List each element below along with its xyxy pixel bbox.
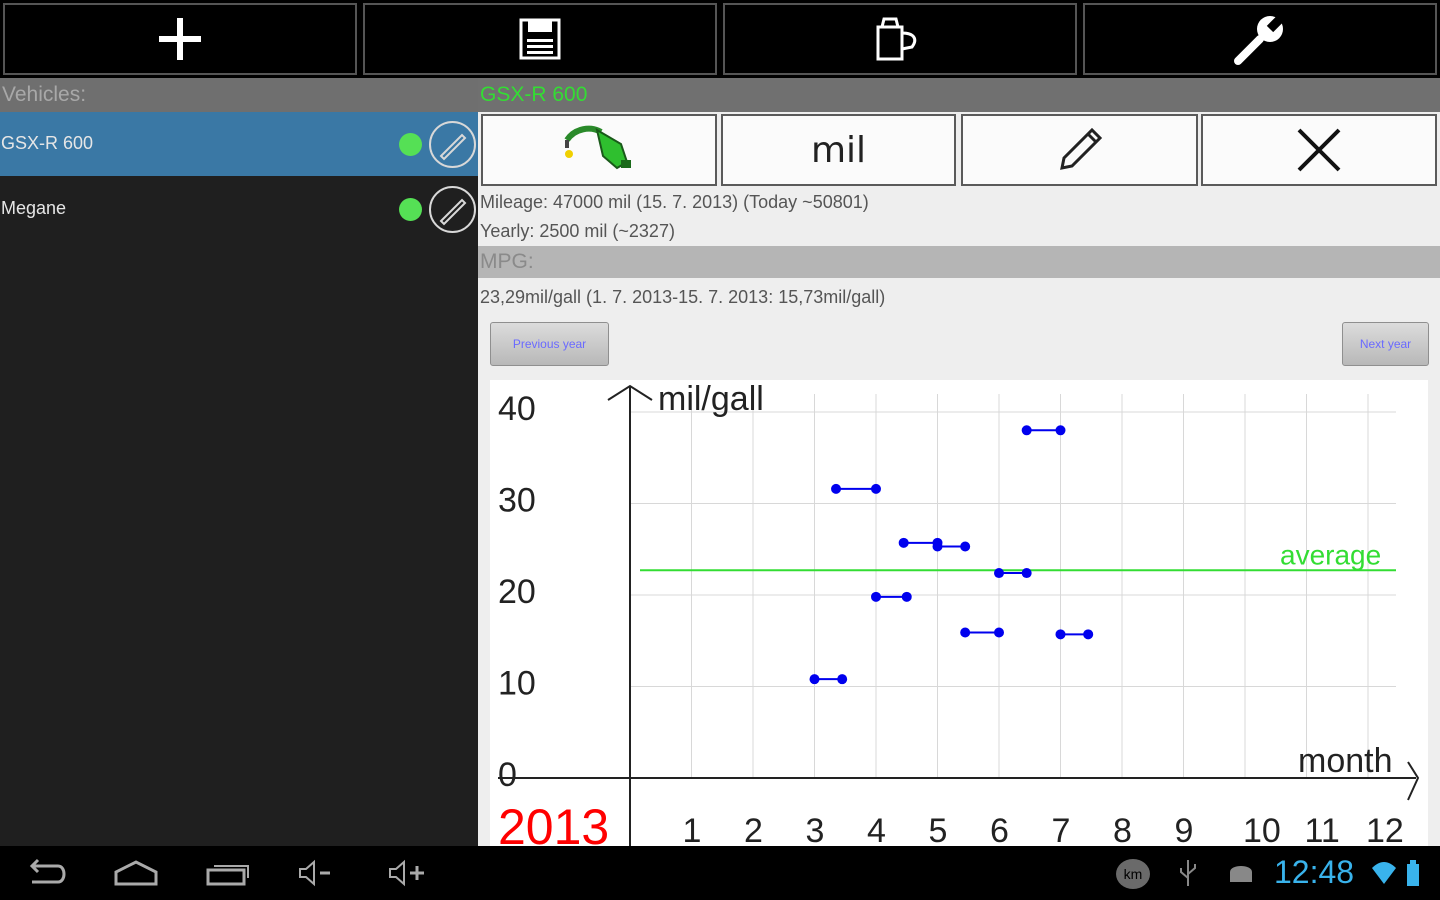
wrench-icon <box>1234 9 1290 65</box>
mpg-chart: 0 10 20 30 40 1 2 3 4 5 6 7 8 9 10 11 12 mil/gall month 201… <box>490 380 1428 855</box>
data-point <box>809 674 820 685</box>
data-point <box>994 568 1004 579</box>
mpg-chart-svg: 0102030401 2 3 4 5 6 7 8 9 10 11 12mil/gallmonth201… <box>498 380 1420 855</box>
data-point <box>837 674 848 685</box>
y-tick-label: 0 <box>498 756 517 794</box>
y-axis-label: mil/gall <box>658 380 764 418</box>
x-tick-label: 11 <box>1305 812 1340 846</box>
vehicle-detail-panel: GSX-R 600 mil Mileage: 47000 mil (15. 7.… <box>478 78 1440 855</box>
unit-button[interactable]: mil <box>721 114 956 186</box>
back-icon <box>29 858 66 884</box>
edit-vehicle-button[interactable] <box>429 186 476 233</box>
save-icon <box>519 18 561 60</box>
y-tick-label: 40 <box>498 390 536 428</box>
vehicle-list-panel: Vehicles: GSX-R 600 Megane <box>0 78 478 846</box>
next-year-button[interactable]: Next year <box>1342 322 1429 366</box>
fuel-pump-icon <box>564 125 631 170</box>
volume-down-button[interactable] <box>296 858 336 888</box>
delete-button[interactable] <box>1201 114 1437 186</box>
x-tick-label: 3 <box>806 812 825 846</box>
vehicle-item-megane[interactable]: Megane <box>0 177 478 241</box>
data-point <box>960 627 971 638</box>
status-clock: 12:48 <box>1274 854 1355 890</box>
top-toolbar <box>0 0 1440 78</box>
y-tick-label: 20 <box>498 573 536 611</box>
x-tick-label: 1 <box>683 812 702 846</box>
data-point <box>1083 629 1094 640</box>
volume-up-icon <box>389 859 424 887</box>
x-tick-label: 6 <box>990 812 1009 846</box>
year-label: 2013 <box>498 799 609 846</box>
battery-icon <box>1404 858 1422 888</box>
data-point <box>994 627 1004 638</box>
edit-button[interactable] <box>961 114 1198 186</box>
data-point <box>960 541 971 552</box>
mileage-text: Mileage: 47000 mil (15. 7. 2013) (Today … <box>480 192 869 212</box>
x-tick-label: 9 <box>1175 812 1194 846</box>
volume-down-icon <box>299 859 330 887</box>
y-tick-label: 10 <box>498 665 536 703</box>
previous-year-button[interactable]: Previous year <box>490 322 609 366</box>
add-button[interactable] <box>3 3 357 75</box>
android-debug-icon <box>1226 858 1256 888</box>
close-icon <box>1297 128 1341 172</box>
system-bar: km 12:48 <box>0 846 1440 900</box>
x-axis-label: month <box>1298 742 1393 780</box>
fuel-can-button[interactable] <box>723 3 1077 75</box>
data-point <box>1055 425 1066 436</box>
wifi-icon <box>1370 858 1398 888</box>
data-point <box>871 483 881 494</box>
data-point <box>1055 629 1066 640</box>
vehicle-item-gsx-r-600[interactable]: GSX-R 600 <box>0 112 478 176</box>
km-icon: km <box>1116 859 1150 889</box>
data-point <box>901 591 912 602</box>
mpg-header: MPG: <box>478 246 1440 278</box>
x-tick-label: 12 <box>1366 812 1404 846</box>
x-tick-label: 7 <box>1052 812 1071 846</box>
vehicle-name: GSX-R 600 <box>1 133 94 153</box>
data-point <box>831 483 842 494</box>
x-tick-label: 10 <box>1243 812 1281 846</box>
pencil-icon <box>1059 127 1102 170</box>
add-icon <box>159 18 201 60</box>
settings-button[interactable] <box>1083 3 1437 75</box>
recent-apps-icon <box>206 865 249 886</box>
volume-up-button[interactable] <box>386 858 428 888</box>
vehicle-name: Megane <box>1 198 67 218</box>
yearly-text: Yearly: 2500 mil (~2327) <box>480 221 675 241</box>
home-button[interactable] <box>112 858 160 888</box>
edit-vehicle-button[interactable] <box>429 121 476 168</box>
data-point <box>1021 568 1032 579</box>
back-button[interactable] <box>24 858 68 888</box>
x-tick-label: 5 <box>929 812 948 846</box>
average-label: average <box>1280 539 1381 570</box>
save-button[interactable] <box>363 3 717 75</box>
status-dot <box>399 198 422 221</box>
y-tick-label: 30 <box>498 482 536 520</box>
x-tick-label: 4 <box>867 812 886 846</box>
mpg-value: 23,29mil/gall (1. 7. 2013-15. 7. 2013: 1… <box>480 287 886 307</box>
x-tick-label: 8 <box>1113 812 1132 846</box>
fuel-can-icon <box>876 17 917 61</box>
usb-icon <box>1176 858 1200 888</box>
refuel-button[interactable] <box>481 114 717 186</box>
home-icon <box>114 860 158 886</box>
data-point <box>1021 425 1032 436</box>
status-dot <box>399 133 422 156</box>
data-point <box>898 537 909 548</box>
x-tick-label: 2 <box>744 812 763 846</box>
data-point <box>871 591 881 602</box>
pencil-icon <box>439 133 467 161</box>
recent-apps-button[interactable] <box>204 858 250 888</box>
pencil-icon <box>439 198 467 226</box>
app-screen: Vehicles: GSX-R 600 Megane GSX-R 600 mil… <box>0 0 1440 900</box>
unit-label: mil <box>810 129 867 171</box>
vehicles-header: Vehicles: <box>0 78 478 112</box>
vehicle-title: GSX-R 600 <box>478 78 1440 112</box>
data-point <box>932 541 943 552</box>
x-axis-arrow <box>1407 761 1420 801</box>
